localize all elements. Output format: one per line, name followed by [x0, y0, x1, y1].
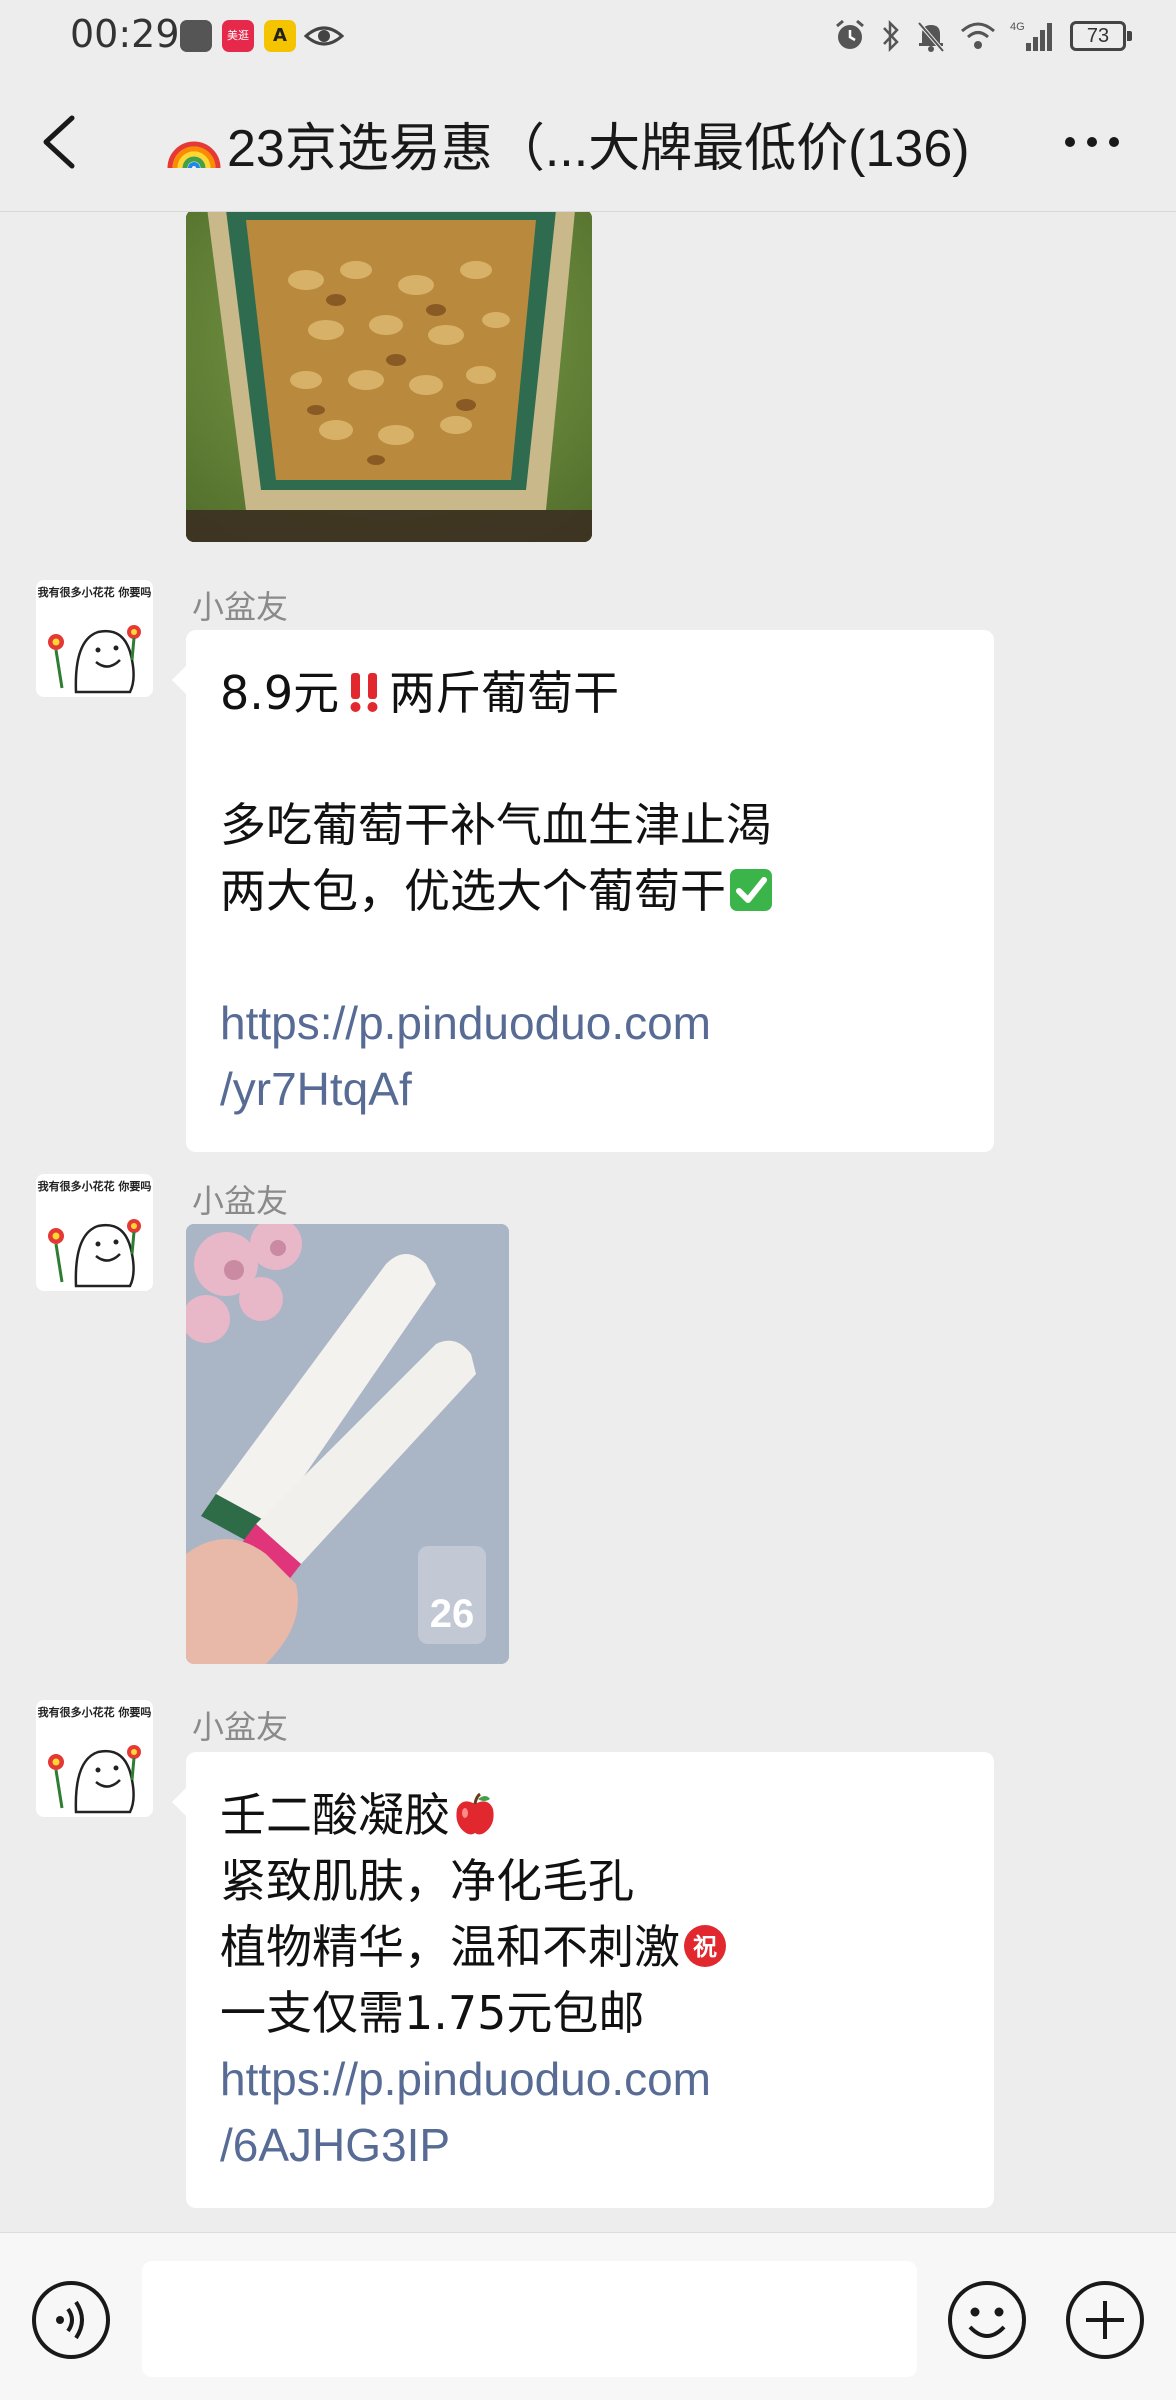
message-line: 壬二酸凝胶 — [220, 1782, 960, 1848]
flower-sticker-avatar-icon — [48, 1219, 141, 1288]
message-line: 两大包，优选大个葡萄干 — [220, 858, 960, 924]
message-text: 紧致肌肤，净化毛孔 — [220, 1854, 634, 1908]
status-icons: 4G 73 — [834, 16, 1132, 56]
emoji-icon[interactable] — [946, 2279, 1028, 2361]
sender-avatar[interactable]: 我有很多小花花 你要吗 — [36, 580, 153, 697]
message-text: 两斤葡萄干 — [389, 666, 620, 720]
rainbow-emoji-icon — [167, 141, 221, 169]
cream-tubes-image-message[interactable]: 26 — [186, 1224, 509, 1664]
message-line: 一支仅需1.75元包邮 — [220, 1980, 960, 2046]
message-list[interactable]: 我有很多小花花 你要吗 小盆友 8.9元 两斤葡萄干多吃葡萄干补气血生津止渴 两大包… — [0, 212, 1176, 2232]
raisins-image-message[interactable] — [186, 212, 592, 542]
cream-tubes-photo: 26 — [186, 1224, 509, 1664]
status-bar: 00:29 美逛 A 4G 73 — [0, 0, 1176, 72]
driving-app-icon: A — [264, 20, 296, 52]
back-arrow-icon[interactable] — [36, 112, 84, 172]
battery-indicator: 73 — [1070, 21, 1132, 51]
message-link[interactable]: https://p.pinduoduo.com — [220, 997, 711, 1049]
message-text: 8.9元 — [220, 666, 340, 720]
message-input[interactable] — [142, 2261, 917, 2377]
more-options-icon[interactable] — [1062, 130, 1122, 154]
message-line — [220, 924, 960, 990]
text-message-bubble[interactable]: 8.9元 两斤葡萄干多吃葡萄干补气血生津止渴 两大包，优选大个葡萄干 https://… — [172, 630, 994, 1152]
message-link[interactable]: https://p.pinduoduo.com — [220, 2053, 711, 2105]
meiguang-app-label: 美逛 — [227, 29, 249, 42]
bluetooth-icon — [883, 19, 899, 53]
mute-bell-icon — [917, 21, 945, 53]
message-text: 两大包，优选大个葡萄干 — [220, 864, 726, 918]
message-text: 壬二酸凝胶 — [220, 1788, 450, 1842]
double-exclamation-emoji-icon — [350, 673, 378, 712]
status-time: 00:29 — [70, 12, 180, 56]
message-line: https://p.pinduoduo.com — [220, 2046, 960, 2112]
message-line: /yr7HtqAf — [220, 1056, 960, 1122]
sender-avatar[interactable]: 我有很多小花花 你要吗 — [36, 1174, 153, 1291]
message-line: 多吃葡萄干补气血生津止渴 — [220, 792, 960, 858]
red-apple-emoji-icon — [456, 1792, 494, 1835]
message-text: 多吃葡萄干补气血生津止渴 — [220, 798, 772, 852]
chat-title: 23京选易惠（...大牌最低价(136) — [165, 106, 970, 181]
sender-name: 小盆友 — [192, 1182, 289, 1220]
alarm-icon — [836, 19, 864, 49]
flower-sticker-avatar-icon — [48, 1745, 141, 1814]
check-mark-emoji-icon — [730, 869, 772, 911]
svg-text:祝: 祝 — [693, 1933, 717, 1961]
text-message-bubble[interactable]: 壬二酸凝胶 紧致肌肤，净化毛孔 植物精华，温和不刺激祝一支仅需1.75元包邮 http… — [172, 1752, 994, 2208]
sender-name: 小盆友 — [192, 1708, 289, 1746]
message-line — [220, 726, 960, 792]
message-link[interactable]: /6AJHG3IP — [220, 2119, 450, 2171]
input-bar — [0, 2232, 1176, 2400]
message-line: /6AJHG3IP — [220, 2112, 960, 2178]
message-line: https://p.pinduoduo.com — [220, 990, 960, 1056]
message-text: 一支仅需1.75元包邮 — [220, 1986, 645, 2040]
message-line: 8.9元 两斤葡萄干 — [220, 660, 960, 726]
eye-icon — [304, 26, 344, 46]
congratulations-circle-emoji-icon: 祝 — [684, 1925, 726, 1967]
chat-title-text: 23京选易惠（...大牌最低价(136) — [227, 120, 970, 178]
image-badge-number: 26 — [430, 1592, 475, 1636]
voice-icon[interactable] — [30, 2279, 112, 2361]
sender-name: 小盆友 — [192, 588, 289, 626]
message-line: 紧致肌肤，净化毛孔 — [220, 1848, 960, 1914]
raisins-bag-photo — [186, 212, 592, 542]
message-line: 植物精华，温和不刺激祝 — [220, 1914, 960, 1980]
huawei-app-icon — [180, 20, 212, 52]
flower-sticker-avatar-icon — [48, 625, 141, 694]
sender-avatar[interactable]: 我有很多小花花 你要吗 — [36, 1700, 153, 1817]
message-link[interactable]: /yr7HtqAf — [220, 1063, 412, 1115]
chat-header: 23京选易惠（...大牌最低价(136) — [0, 72, 1176, 212]
wifi-icon — [961, 22, 995, 49]
add-icon[interactable] — [1064, 2279, 1146, 2361]
signal-icon: 4G — [1010, 21, 1052, 51]
meiguang-app-icon: 美逛 — [222, 20, 254, 52]
svg-text:4G: 4G — [1010, 21, 1025, 33]
message-text: 植物精华，温和不刺激 — [220, 1920, 680, 1974]
